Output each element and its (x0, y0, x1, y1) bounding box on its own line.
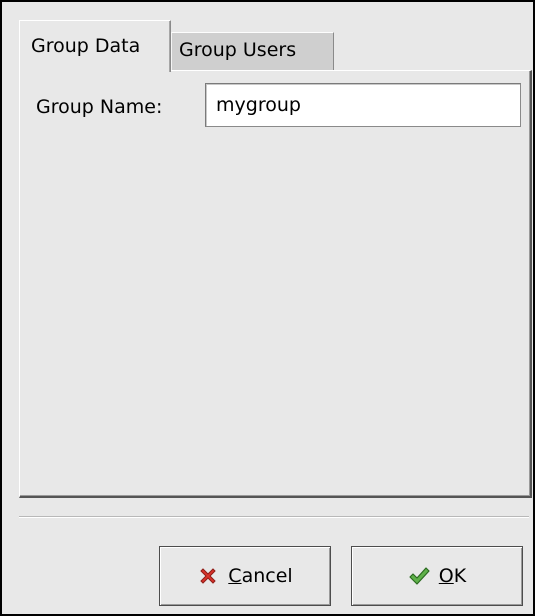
cancel-button[interactable]: Cancel (159, 546, 331, 606)
group-name-label: Group Name: (36, 96, 163, 118)
ok-button-label: OK (438, 565, 467, 587)
group-data-panel: Group Name: (19, 70, 532, 498)
tab-group-users-label: Group Users (179, 39, 297, 61)
cancel-x-icon (197, 565, 219, 587)
cancel-button-label: Cancel (228, 565, 293, 587)
tab-group-data-label: Group Data (31, 35, 141, 57)
group-properties-dialog: Group Data Group Users Group Name: Cance… (0, 0, 535, 616)
group-name-field[interactable] (205, 83, 521, 127)
tab-group-data[interactable]: Group Data (19, 20, 171, 72)
checkmark-icon (408, 565, 430, 587)
ok-button[interactable]: OK (351, 546, 523, 606)
dialog-separator (19, 516, 529, 518)
tab-group-users[interactable]: Group Users (171, 32, 334, 71)
